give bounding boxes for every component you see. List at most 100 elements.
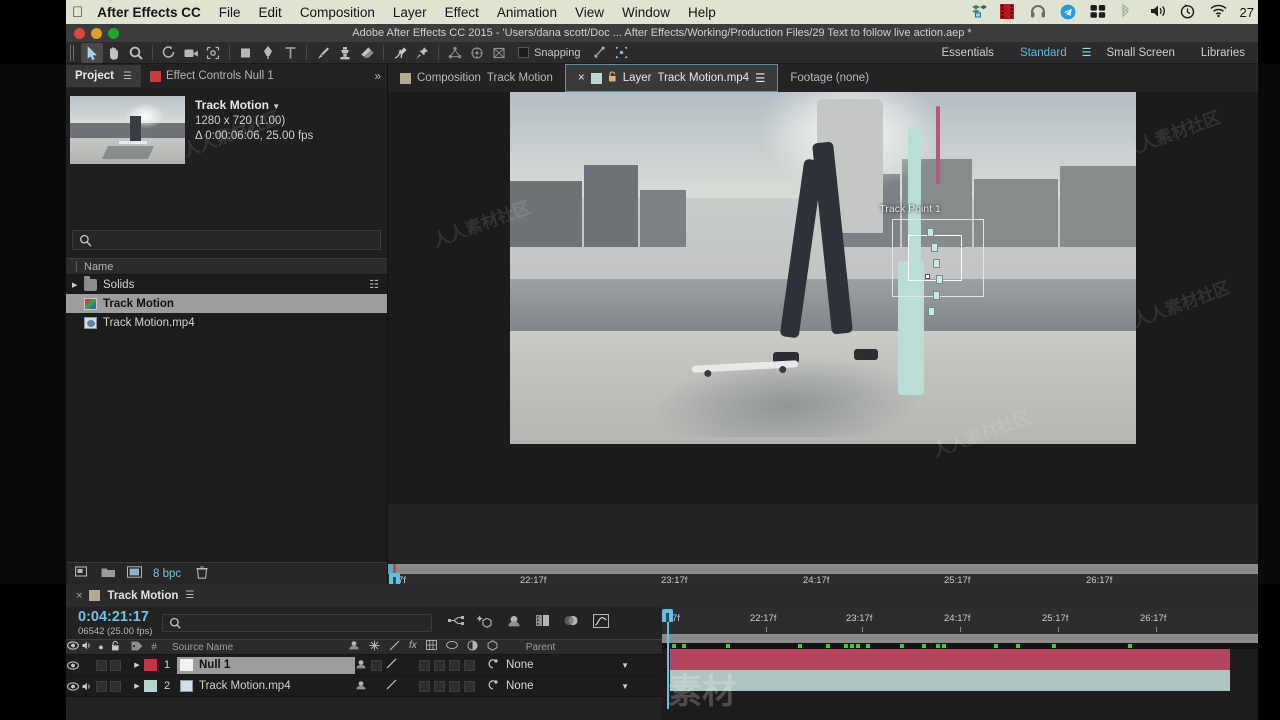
tab-composition-track-motion[interactable]: Composition Track Motion [388,64,565,92]
motion-blur-switch[interactable] [434,659,445,671]
collapse-switch[interactable] [371,659,382,671]
tab-layer-track-motion-mp4[interactable]: × Layer Track Motion.mp4 ☰ [564,64,779,92]
chevron-down-icon[interactable]: ▼ [621,661,637,670]
pan-behind-tool[interactable] [202,43,224,63]
layer-bar-footage[interactable] [670,670,1230,691]
parent-value[interactable]: None [506,659,534,671]
workspace-standard[interactable]: Standard [1007,47,1080,59]
menu-composition[interactable]: Composition [300,5,375,20]
menu-window[interactable]: Window [622,5,670,20]
layer-label-color[interactable] [144,680,157,692]
parent-cell[interactable]: None ▼ [487,658,637,673]
puppet-pin-tool[interactable] [411,43,433,63]
workspace-menu-icon[interactable]: ☰ [1080,46,1094,59]
tab-project-menu-icon[interactable]: ☰ [123,71,132,82]
video-toggle-icon[interactable] [66,660,80,670]
chevron-down-icon[interactable]: ▼ [621,682,637,691]
hand-tool[interactable] [103,43,125,63]
layer-label-color[interactable] [144,659,157,671]
headphones-icon[interactable] [1030,4,1047,20]
layer-name-cell[interactable]: Null 1 [177,656,355,674]
wifi-icon[interactable] [1210,4,1227,20]
bluetooth-icon[interactable] [1120,3,1137,20]
dropbox-icon[interactable] [970,4,987,20]
clock-icon[interactable] [1180,4,1197,20]
roto-brush-tool[interactable] [389,43,411,63]
solo-toggle[interactable] [94,680,108,692]
parent-pickwhip-icon[interactable] [487,658,499,673]
3d-layer-switch[interactable] [464,659,475,671]
menu-view[interactable]: View [575,5,604,20]
tab-project[interactable]: Project ☰ [66,65,141,87]
parent-column-header[interactable]: Parent [516,642,555,653]
layer-name-cell[interactable]: Track Motion.mp4 [177,678,355,695]
shape-tool[interactable] [235,43,257,63]
enable-frame-blending-icon[interactable] [535,614,551,632]
interpret-footage-icon[interactable] [74,566,90,581]
snap-bounding-box-icon[interactable] [611,43,633,63]
timeline-current-time[interactable]: 0:04:21:17 [66,609,152,624]
menu-edit[interactable]: Edit [259,5,282,20]
track-attach-point[interactable] [925,274,931,280]
lock-icon[interactable] [608,71,617,85]
quality-switch-icon[interactable] [386,679,397,693]
menu-layer[interactable]: Layer [393,5,427,20]
zoom-tool[interactable] [125,43,147,63]
quality-switch-icon[interactable] [386,658,397,672]
frame-blend-switch[interactable] [419,680,430,692]
project-row-solids[interactable]: ▶ Solids ☷ [66,275,387,294]
timeline-search-input[interactable] [162,614,433,632]
workspace-small-screen[interactable]: Small Screen [1094,47,1188,59]
hide-shy-layers-icon[interactable] [506,614,522,632]
audio-toggle-icon[interactable] [80,682,94,691]
puppet-overlap-tool[interactable] [466,43,488,63]
eraser-tool[interactable] [356,43,378,63]
lock-toggle[interactable] [108,659,122,671]
video-toggle-icon[interactable] [66,681,80,691]
graph-editor-icon[interactable] [593,613,610,633]
project-column-header[interactable]: Name [66,258,387,275]
shy-switch-icon[interactable] [355,680,367,693]
viewer-panel-menu-icon[interactable]: ☰ [755,71,765,85]
project-row-track-motion-mp4[interactable]: Track Motion.mp4 [66,313,387,332]
expand-layer-arrow-icon[interactable]: ▶ [130,661,144,669]
pen-tool[interactable] [257,43,279,63]
motion-blur-switch[interactable] [434,680,445,692]
layer-bar-null[interactable] [670,649,1230,670]
track-feature-region[interactable] [908,234,963,281]
parent-value[interactable]: None [506,680,534,692]
apple-logo-icon[interactable]:  [72,5,83,20]
viewer-work-area-bar[interactable] [388,564,1258,574]
new-composition-icon[interactable] [127,566,142,581]
close-icon[interactable]: × [578,72,585,84]
3d-layer-switch[interactable] [464,680,475,692]
menu-app-name[interactable]: After Effects CC [97,5,201,20]
close-icon[interactable]: × [76,590,82,602]
selection-tool[interactable] [81,42,103,63]
lock-toggle[interactable] [108,680,122,692]
video-frame[interactable]: Track Point 1 [510,92,1136,444]
timeline-tab-label[interactable]: Track Motion [107,590,178,602]
snap-align-icon[interactable] [589,43,611,63]
clone-stamp-tool[interactable] [334,43,356,63]
project-search-input[interactable] [72,230,381,250]
volume-icon[interactable] [1150,4,1167,20]
delete-icon[interactable] [196,565,208,582]
camera-tool[interactable] [180,43,202,63]
puppet-starch-tool[interactable] [444,43,466,63]
source-name-header[interactable]: Source Name [164,642,342,653]
viewer-canvas-area[interactable]: Track Point 1 [388,92,1258,504]
menu-animation[interactable]: Animation [497,5,557,20]
adjustment-switch[interactable] [449,680,460,692]
timeline-current-time-indicator[interactable] [662,609,673,622]
film-icon[interactable] [999,4,1017,20]
adjustment-switch[interactable] [449,659,460,671]
puppet-mesh-tool[interactable] [488,43,510,63]
shy-switch-icon[interactable] [355,659,367,672]
composition-mini-flowchart-icon[interactable] [448,614,465,632]
parent-pickwhip-icon[interactable] [487,679,499,694]
draft-3d-icon[interactable] [476,614,493,633]
bit-depth-label[interactable]: 8 bpc [153,568,181,580]
grid-icon[interactable] [1090,4,1107,20]
timeline-work-area-bar[interactable] [662,634,1258,643]
